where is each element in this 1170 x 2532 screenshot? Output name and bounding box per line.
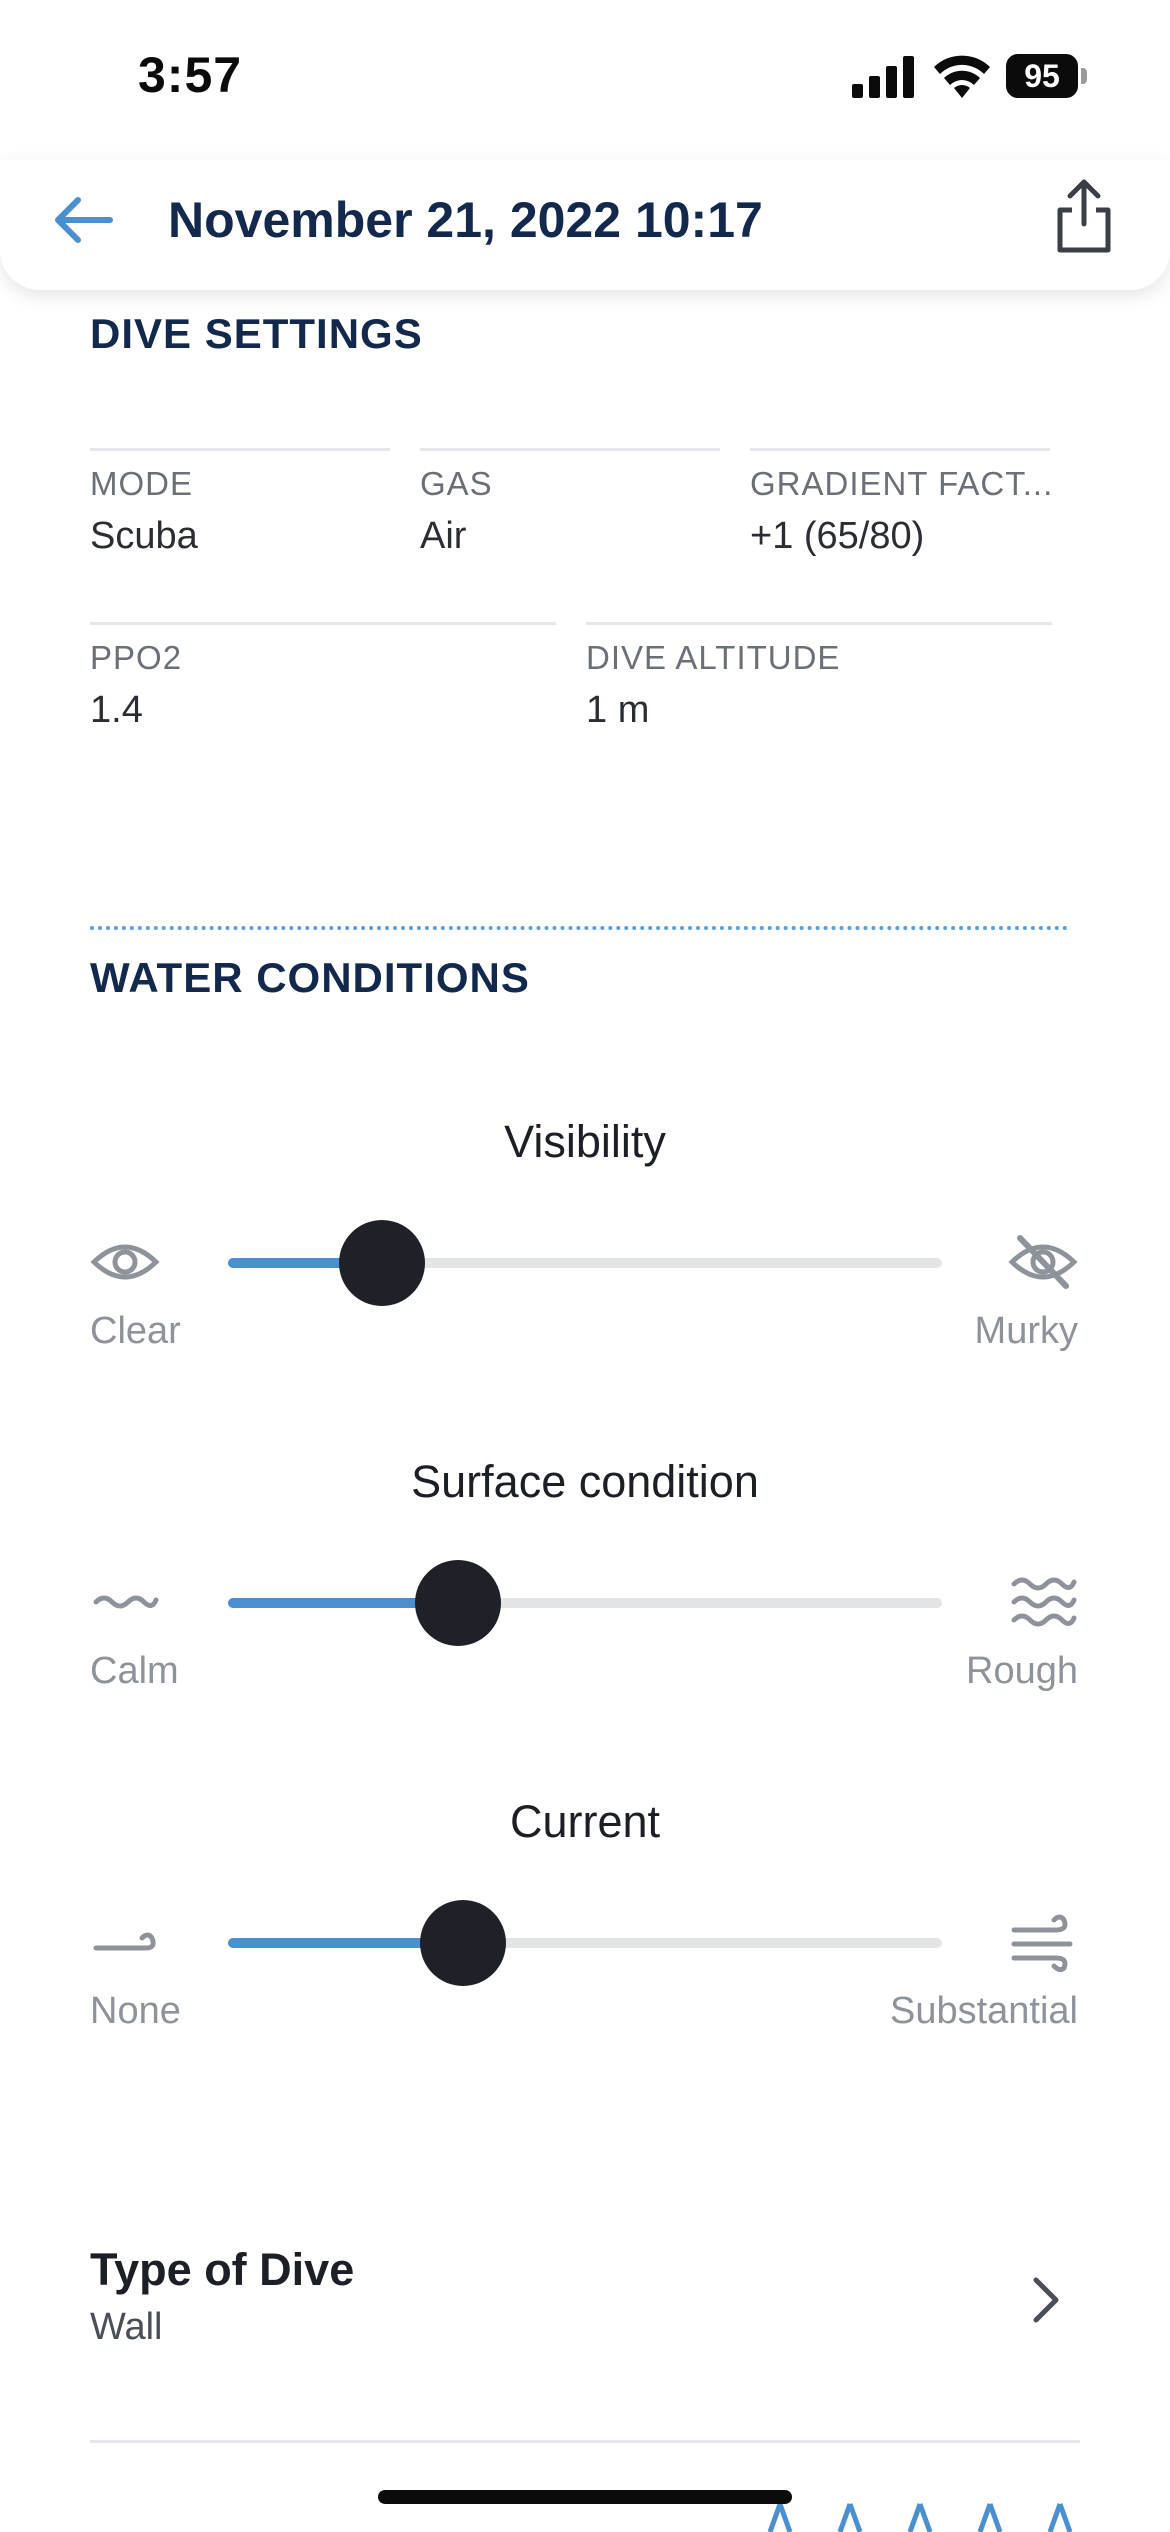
nav-header: November 21, 2022 10:17 [0,160,1170,290]
light-current-icon [93,1932,156,1951]
water-conditions-heading: WATER CONDITIONS [90,954,530,1001]
row-divider [90,2440,1080,2443]
type-of-dive-label: Type of Dive [90,2244,355,2295]
mode-value: Scuba [90,515,198,557]
rough-waves-icon [1011,1577,1077,1627]
dive-altitude-field: DIVE ALTITUDE 1 m [586,622,1052,732]
mode-label: MODE [90,465,193,502]
surface-condition-title: Surface condition [411,1456,759,1507]
rating-stars-icon [767,2503,1073,2532]
surface-condition-max-label: Rough [966,1650,1078,1692]
visibility-title: Visibility [504,1116,666,1167]
dive-altitude-value: 1 m [586,689,650,731]
chevron-right-icon [1033,2277,1059,2323]
battery-level: 95 [1006,54,1078,98]
type-of-dive-value: Wall [90,2306,163,2348]
calm-wave-icon [93,1595,159,1609]
dive-altitude-label: DIVE ALTITUDE [586,639,841,676]
visibility-min-label: Clear [90,1310,181,1352]
battery-tip [1081,68,1087,84]
field-divider [90,448,390,451]
cellular-signal-icon [852,56,914,98]
gradient-factor-field: GRADIENT FACT... +1 (65/80) [750,448,1050,558]
eye-off-icon [1008,1235,1078,1289]
home-indicator [378,2490,792,2504]
status-time: 3:57 [138,47,243,103]
eye-icon [90,1244,160,1280]
gas-label: GAS [420,465,493,502]
page-title: November 21, 2022 10:17 [168,192,763,248]
slider-thumb[interactable] [338,1220,425,1306]
section-divider [90,926,1068,930]
surface-condition-slider[interactable] [228,1560,942,1646]
surface-condition-min-label: Calm [90,1650,179,1692]
ppo2-label: PPO2 [90,639,183,676]
current-max-label: Substantial [889,1990,1078,2032]
wifi-icon [934,55,990,98]
current-title: Current [509,1796,661,1847]
status-bar: 3:57 95 [0,0,1170,160]
ppo2-value: 1.4 [90,689,143,731]
share-icon[interactable] [1052,178,1116,254]
visibility-max-label: Murky [974,1310,1078,1352]
field-divider [420,448,720,451]
current-slider[interactable] [228,1900,942,1986]
ppo2-field: PPO2 1.4 [90,622,556,732]
current-min-label: None [90,1990,181,2032]
mode-field: MODE Scuba [90,448,390,558]
field-divider [90,622,556,625]
gas-field: GAS Air [420,448,720,558]
slider-thumb[interactable] [414,1560,501,1646]
gradient-factor-label: GRADIENT FACT... [750,465,1050,502]
strong-current-icon [1011,1914,1073,1972]
dive-settings-heading: DIVE SETTINGS [90,310,423,357]
battery-indicator: 95 [1006,54,1088,98]
back-arrow-icon[interactable] [52,188,116,252]
field-divider [586,622,1052,625]
gradient-factor-value: +1 (65/80) [750,515,925,557]
visibility-slider[interactable] [228,1220,942,1306]
field-divider [750,448,1050,451]
gas-value: Air [420,515,467,557]
slider-thumb[interactable] [419,1900,506,1986]
